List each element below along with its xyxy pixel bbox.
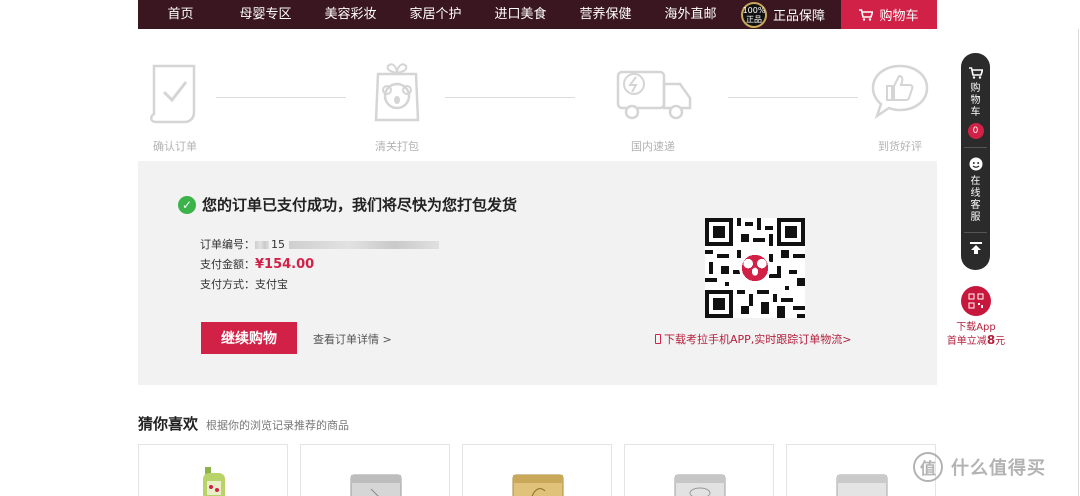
product-image — [203, 467, 225, 496]
discount-unit: 元 — [995, 336, 1006, 347]
nav-item-5[interactable]: 营养保健 — [563, 0, 648, 29]
thumbs-up-bubble-icon — [871, 64, 929, 120]
sidebar-divider — [964, 232, 987, 233]
product-card[interactable] — [138, 444, 288, 496]
phone-icon — [655, 334, 661, 344]
step-label: 到货好评 — [878, 140, 922, 153]
step-domestic-delivery: 国内速递 — [613, 60, 693, 154]
payment-success-panel: ✓ 您的订单已支付成功，我们将尽快为您打包发货 订单编号： 15 支付金额： ¥… — [138, 161, 937, 385]
payment-method-value: 支付宝 — [255, 278, 288, 291]
recommendations-subtitle: 根据你的浏览记录推荐的商品 — [206, 419, 350, 432]
step-confirm-order: 确认订单 — [135, 60, 215, 154]
guarantee-label: 正品保障 — [773, 9, 826, 24]
authentic-guarantee[interactable]: 100% 正品 正品保障 — [741, 0, 825, 29]
nav-item-3[interactable]: 家居个护 — [393, 0, 478, 29]
step-review: 到货好评 — [860, 60, 940, 154]
download-app-link[interactable]: 下载考拉手机APP,实时跟踪订单物流> — [655, 331, 852, 347]
download-app-text: 下载考拉手机APP,实时跟踪订单物流> — [664, 333, 852, 346]
koala-package-icon — [374, 63, 420, 122]
app-qr-mini-icon — [961, 286, 991, 316]
cart-icon[interactable] — [968, 67, 983, 79]
order-number-value: 15 — [271, 238, 285, 251]
page: 首页 母婴专区 美容彩妆 家居个护 进口美食 营养保健 海外直邮 100% 正品 正品保障 … — [0, 0, 1080, 496]
success-check-icon: ✓ — [178, 195, 196, 214]
product-card[interactable] — [624, 444, 774, 496]
success-message: 您的订单已支付成功，我们将尽快为您打包发货 — [202, 196, 518, 214]
progress-connector — [728, 97, 858, 98]
progress-connector — [445, 97, 575, 98]
product-image — [350, 474, 402, 496]
watermark-text: 什么值得买 — [951, 458, 1046, 479]
order-number-label: 订单编号： — [200, 238, 255, 251]
product-image — [836, 474, 888, 496]
first-order-discount: 首单立减8元 — [944, 334, 1008, 348]
step-label: 确认订单 — [153, 140, 197, 153]
product-card[interactable] — [462, 444, 612, 496]
recommended-products — [138, 444, 937, 496]
step-customs-packing: 清关打包 — [357, 60, 437, 154]
page-border — [1078, 29, 1079, 496]
delivery-truck-icon — [616, 70, 692, 120]
success-heading: ✓ 您的订单已支付成功，我们将尽快为您打包发货 — [178, 194, 517, 215]
order-progress: 确认订单 清关打包 国内速递 到货好评 — [138, 60, 937, 160]
nav-item-6[interactable]: 海外直邮 — [648, 0, 733, 29]
product-card[interactable] — [300, 444, 450, 496]
badge-text: 正品 — [746, 14, 762, 24]
payment-method-label: 支付方式： — [200, 278, 255, 291]
sidebar-service-label[interactable]: 在线客服 — [970, 176, 982, 224]
cart-count-badge: 0 — [967, 123, 984, 139]
discount-prefix: 首单立减 — [946, 336, 987, 347]
continue-shopping-button[interactable]: 继续购物 — [201, 322, 297, 354]
discount-amount: 8 — [986, 333, 996, 347]
amount-label: 支付金额： — [200, 258, 255, 271]
nav-items: 首页 母婴专区 美容彩妆 家居个护 进口美食 营养保健 海外直邮 — [138, 0, 733, 29]
sidebar-divider — [964, 147, 987, 148]
step-label: 清关打包 — [375, 140, 419, 153]
amount-row: 支付金额： ¥154.00 — [200, 255, 439, 275]
order-number-redacted — [289, 241, 439, 249]
order-info: 订单编号： 15 支付金额： ¥154.00 支付方式： 支付宝 — [200, 235, 439, 295]
watermark: 值 什么值得买 — [913, 452, 1046, 482]
order-number-row: 订单编号： 15 — [200, 235, 439, 255]
top-navigation: 首页 母婴专区 美容彩妆 家居个护 进口美食 营养保健 海外直邮 100% 正品 正品保障 … — [138, 0, 937, 29]
payment-method-row: 支付方式： 支付宝 — [200, 275, 439, 295]
back-to-top-icon[interactable] — [969, 241, 983, 255]
view-order-details-link[interactable]: 查看订单详情 > — [313, 331, 392, 347]
amount-value: ¥154.00 — [255, 257, 315, 272]
nav-item-0[interactable]: 首页 — [138, 0, 223, 29]
nav-item-2[interactable]: 美容彩妆 — [308, 0, 393, 29]
document-check-icon — [150, 64, 196, 124]
order-number-redacted — [255, 241, 269, 249]
step-label: 国内速递 — [631, 140, 675, 153]
download-app-label: 下载App — [956, 322, 996, 333]
product-image — [674, 474, 726, 496]
app-qr-code[interactable] — [705, 218, 805, 318]
nav-item-1[interactable]: 母婴专区 — [223, 0, 308, 29]
download-app-promo[interactable]: 下载App 首单立减8元 — [944, 286, 1008, 348]
recommendations-header: 猜你喜欢 根据你的浏览记录推荐的商品 — [138, 413, 349, 434]
cart-nav-button[interactable]: 购物车 — [841, 0, 937, 29]
watermark-logo-icon: 值 — [913, 452, 943, 482]
floating-sidebar: 购物车 0 在线客服 — [961, 53, 990, 270]
nav-item-4[interactable]: 进口美食 — [478, 0, 563, 29]
badge-percent: 100% — [742, 5, 766, 15]
cart-nav-label: 购物车 — [879, 9, 919, 24]
authentic-badge-icon: 100% 正品 — [741, 1, 767, 28]
sidebar-cart-label[interactable]: 购物车 — [970, 83, 982, 119]
recommendations-title: 猜你喜欢 — [138, 415, 199, 433]
product-image — [512, 474, 564, 496]
cart-icon — [859, 8, 874, 21]
progress-connector — [216, 97, 346, 98]
customer-service-icon[interactable] — [968, 156, 984, 172]
